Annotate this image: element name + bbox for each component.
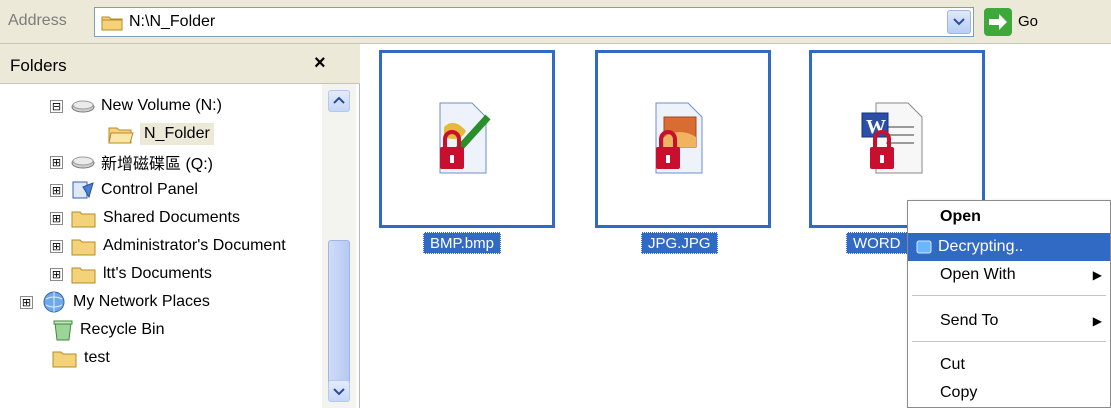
address-path: N:\N_Folder [129, 13, 216, 30]
file-tile-bmp[interactable] [379, 50, 555, 228]
folders-title: Folders [10, 56, 67, 75]
menu-item-label: Cut [940, 356, 965, 373]
submenu-arrow-icon: ▶ [1092, 268, 1102, 282]
tree-item-label: test [84, 349, 110, 366]
menu-item-decrypting[interactable]: Decrypting.. [908, 233, 1110, 261]
tree-item-label: ltt's Documents [103, 265, 212, 282]
folder-icon [52, 351, 77, 368]
scroll-thumb[interactable] [328, 240, 350, 390]
folder-icon [71, 211, 96, 228]
scroll-down-button[interactable] [328, 380, 350, 402]
network-icon [43, 291, 65, 313]
go-button[interactable]: Go [984, 8, 1058, 36]
decrypt-icon [916, 240, 932, 254]
recycle-bin-icon [53, 320, 73, 341]
expand-icon[interactable]: ⊞ [50, 239, 63, 253]
close-icon[interactable]: × [314, 52, 326, 75]
submenu-arrow-icon: ▶ [1092, 314, 1102, 328]
tree-item-test[interactable]: test [52, 344, 110, 372]
chevron-down-icon [953, 18, 965, 26]
tree-item-label: Control Panel [101, 181, 198, 198]
bmp-locked-icon [439, 102, 491, 174]
control-panel-icon [72, 181, 94, 199]
file-name-word[interactable]: WORD [846, 232, 908, 254]
folder-tree: ⊟ New Volume (N:) N_Folder ⊞ 新增磁碟區 (Q:) … [0, 84, 320, 408]
tree-item-label: Shared Documents [103, 209, 240, 226]
tree-item-shared-documents[interactable]: ⊞ Shared Documents [50, 204, 240, 232]
tree-item-q-drive[interactable]: ⊞ 新增磁碟區 (Q:) [50, 148, 213, 176]
menu-item-label: Copy [940, 384, 978, 401]
menu-item-label: Open With [940, 266, 1016, 283]
go-label: Go [1018, 13, 1039, 30]
menu-item-label: Decrypting.. [938, 238, 1024, 255]
tree-item-administrator-documents[interactable]: ⊞ Administrator's Document [50, 232, 286, 260]
tree-item-new-volume[interactable]: ⊟ New Volume (N:) [50, 92, 222, 120]
menu-separator [912, 295, 1106, 296]
tree-item-label: New Volume (N:) [101, 97, 222, 114]
tree-item-my-network-places[interactable]: ⊞ My Network Places [20, 288, 210, 316]
drive-icon [71, 156, 95, 169]
expand-icon[interactable]: ⊞ [50, 155, 63, 169]
folder-icon [71, 239, 96, 256]
folder-tree-scrollbar[interactable] [322, 84, 356, 408]
scroll-up-button[interactable] [328, 90, 350, 112]
folder-icon [101, 16, 123, 31]
menu-separator [912, 341, 1106, 342]
folder-open-icon [108, 127, 134, 144]
menu-item-send-to[interactable]: Send To ▶ [908, 307, 1110, 335]
address-input[interactable]: N:\N_Folder [94, 7, 974, 37]
menu-item-label: Send To [940, 312, 999, 329]
folder-icon [71, 267, 96, 284]
menu-item-open-with[interactable]: Open With ▶ [908, 261, 1110, 289]
tree-item-ltt-documents[interactable]: ⊞ ltt's Documents [50, 260, 212, 288]
menu-item-open[interactable]: Open [908, 203, 1110, 231]
tree-item-label: N_Folder [140, 123, 214, 145]
file-name-jpg[interactable]: JPG.JPG [641, 232, 718, 254]
address-bar: Address N:\N_Folder Go [0, 0, 1111, 44]
tree-item-label: 新增磁碟區 (Q:) [101, 156, 213, 173]
drive-icon [71, 100, 95, 113]
collapse-icon[interactable]: ⊟ [50, 99, 63, 113]
expand-icon[interactable]: ⊞ [50, 267, 63, 281]
word-locked-icon: W [861, 102, 923, 174]
expand-icon[interactable]: ⊞ [50, 211, 63, 225]
menu-item-copy[interactable]: Copy [908, 379, 1110, 407]
address-dropdown-button[interactable] [947, 10, 971, 34]
tree-item-label: My Network Places [73, 293, 210, 310]
file-tile-jpg[interactable] [595, 50, 771, 228]
context-menu: Open Decrypting.. Open With ▶ Send To ▶ … [907, 200, 1111, 408]
address-label: Address [8, 12, 67, 29]
tree-item-label: Administrator's Document [103, 237, 286, 254]
tree-item-control-panel[interactable]: ⊞ Control Panel [50, 176, 198, 204]
tree-item-recycle-bin[interactable]: Recycle Bin [52, 316, 164, 344]
menu-item-label: Open [940, 208, 981, 225]
go-arrow-icon [984, 8, 1012, 36]
expand-icon[interactable]: ⊞ [20, 295, 33, 309]
file-name-bmp[interactable]: BMP.bmp [423, 232, 501, 254]
menu-item-cut[interactable]: Cut [908, 351, 1110, 379]
chevron-up-icon [333, 96, 345, 104]
jpg-locked-icon [655, 102, 703, 174]
expand-icon[interactable]: ⊞ [50, 183, 63, 197]
folders-header: Folders × [0, 44, 360, 84]
folders-pane: Folders × ⊟ New Volume (N:) N_Folder ⊞ 新… [0, 44, 360, 408]
tree-item-label: Recycle Bin [80, 321, 165, 338]
tree-item-n-folder[interactable]: N_Folder [108, 120, 214, 148]
chevron-down-icon [333, 388, 345, 396]
